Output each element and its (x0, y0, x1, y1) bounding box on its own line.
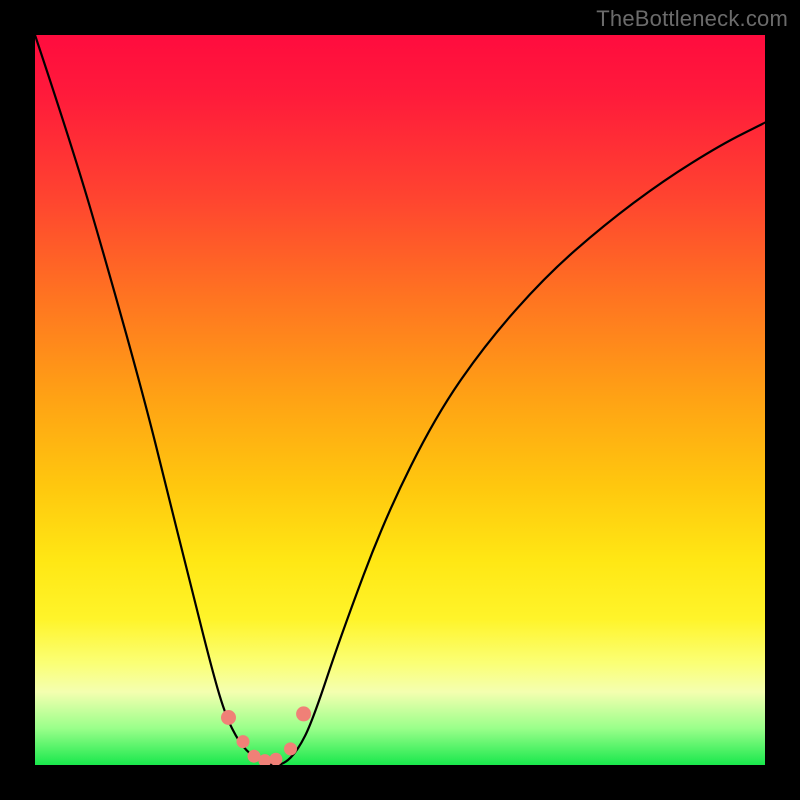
curve-svg (35, 35, 765, 765)
valley-marker-dot (237, 735, 250, 748)
bottleneck-curve-line (35, 35, 765, 765)
valley-marker-group (221, 706, 311, 765)
chart-frame: TheBottleneck.com (0, 0, 800, 800)
watermark-text: TheBottleneck.com (596, 6, 788, 32)
valley-marker-dot (284, 742, 297, 755)
valley-marker-dot (296, 706, 311, 721)
plot-area (35, 35, 765, 765)
valley-marker-dot (269, 753, 282, 765)
valley-marker-dot (221, 710, 236, 725)
